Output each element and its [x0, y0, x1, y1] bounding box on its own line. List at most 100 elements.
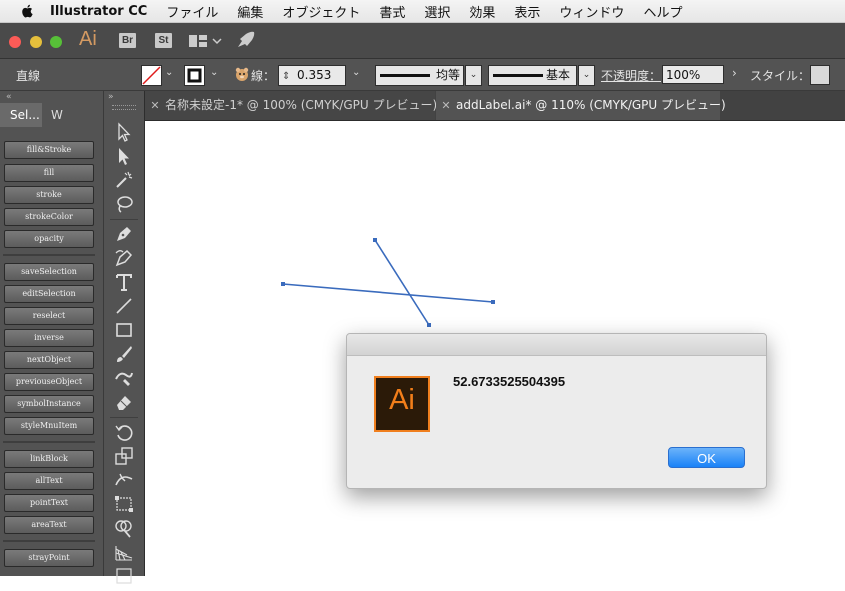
script-button-inverse[interactable]: inverse [4, 329, 94, 347]
rotate-tool-icon[interactable] [113, 421, 135, 443]
chevron-down-icon[interactable]: ⌄ [210, 67, 218, 78]
window-minimize-button[interactable] [30, 36, 42, 48]
tab-w[interactable]: W [44, 103, 72, 127]
tab-selection[interactable]: Sel... [0, 103, 42, 127]
variable-width-profile-dropdown[interactable]: 均等 [375, 65, 464, 86]
selection-tool-icon[interactable] [113, 121, 135, 143]
rocket-icon[interactable] [236, 31, 256, 49]
brush-dropdown-button[interactable]: ⌄ [578, 65, 595, 86]
line-segment-a[interactable] [282, 283, 494, 303]
magic-wand-tool-icon[interactable] [113, 169, 135, 191]
brush-definition-dropdown[interactable]: 基本 [488, 65, 577, 86]
tools-divider [110, 417, 138, 418]
paintbrush-tool-icon[interactable] [113, 343, 135, 365]
shape-builder-tool-icon[interactable] [113, 517, 135, 539]
script-button-save-selection[interactable]: saveSelection [4, 263, 94, 281]
type-tool-icon[interactable] [113, 271, 135, 293]
anchor-point[interactable] [281, 282, 285, 286]
chevron-down-icon[interactable]: ⌄ [165, 67, 173, 78]
style-swatch[interactable] [810, 65, 830, 85]
script-button-stray-point[interactable]: strayPoint [4, 549, 94, 567]
tab-document-untitled[interactable]: ✕ 名称未設定-1* @ 100% (CMYK/GPU プレビュー) [145, 91, 438, 120]
script-button-fill-stroke[interactable]: fill&Stroke [4, 141, 94, 159]
tab-document-addlabel[interactable]: ✕ addLabel.ai* @ 110% (CMYK/GPU プレビュー) [436, 91, 726, 120]
menu-help[interactable]: ヘルプ [643, 2, 682, 21]
stroke-weight-field[interactable]: ⇕ 0.353 m [278, 65, 346, 101]
rectangle-tool-icon[interactable] [113, 319, 135, 341]
script-button-symbol-instance[interactable]: symbolInstance [4, 395, 94, 413]
eraser-tool-icon[interactable] [113, 391, 135, 413]
script-button-point-text[interactable]: pointText [4, 494, 94, 512]
brush-label: 基本 [546, 68, 571, 82]
script-button-fill[interactable]: fill [4, 164, 94, 182]
script-button-style-menu-item[interactable]: styleMnuItem [4, 417, 94, 435]
document-tab-bar: ✕ 名称未設定-1* @ 100% (CMYK/GPU プレビュー) ✕ addLa… [145, 91, 845, 121]
menu-effect[interactable]: 効果 [469, 2, 495, 21]
window-close-button[interactable] [9, 36, 21, 48]
menu-edit[interactable]: 編集 [237, 2, 263, 21]
hamster-icon [235, 67, 249, 81]
illustrator-logo: Ai [79, 28, 97, 50]
tab-label: addLabel.ai* @ 110% (CMYK/GPU プレビュー) [456, 98, 726, 112]
menu-file[interactable]: ファイル [166, 2, 218, 21]
app-name-menu[interactable]: Illustrator CC [50, 4, 147, 19]
profile-dropdown-button[interactable]: ⌄ [465, 65, 482, 86]
opacity-field[interactable]: 100% [662, 65, 724, 84]
perspective-grid-tool-icon[interactable] [113, 541, 135, 563]
app-icon-text: Ai [389, 384, 415, 416]
menu-view[interactable]: 表示 [514, 2, 540, 21]
selection-type-label: 直線 [16, 69, 41, 83]
expand-panel-icon[interactable]: » [108, 92, 114, 102]
width-tool-icon[interactable] [113, 469, 135, 491]
script-button-edit-selection[interactable]: editSelection [4, 285, 94, 303]
brush-line-icon [493, 74, 543, 77]
script-button-link-block[interactable]: linkBlock [4, 450, 94, 468]
chevron-down-icon[interactable]: ⌄ [352, 67, 360, 78]
ok-button[interactable]: OK [668, 447, 745, 468]
pen-tool-icon[interactable] [113, 223, 135, 245]
shaper-tool-icon[interactable] [113, 367, 135, 389]
apple-icon[interactable] [20, 4, 36, 18]
close-tab-icon[interactable]: ✕ [436, 91, 456, 120]
script-button-opacity[interactable]: opacity [4, 230, 94, 248]
arrange-documents-icon[interactable] [188, 34, 222, 48]
tab-label: 名称未設定-1* @ 100% (CMYK/GPU プレビュー) [165, 98, 438, 112]
anchor-point[interactable] [373, 238, 377, 242]
script-button-stroke-color[interactable]: strokeColor [4, 208, 94, 226]
stroke-label[interactable]: 線： [251, 67, 275, 84]
panel-divider [3, 441, 95, 443]
curvature-tool-icon[interactable] [113, 247, 135, 269]
lasso-tool-icon[interactable] [113, 193, 135, 215]
stepper-icon[interactable]: ⇕ [282, 67, 290, 86]
close-tab-icon[interactable]: ✕ [145, 91, 165, 120]
script-button-next-object[interactable]: nextObject [4, 351, 94, 369]
script-button-stroke[interactable]: stroke [4, 186, 94, 204]
dialog-title-bar[interactable] [347, 334, 766, 356]
opacity-label[interactable]: 不透明度： [601, 67, 661, 84]
menu-object[interactable]: オブジェクト [282, 2, 360, 21]
direct-selection-tool-icon[interactable] [113, 145, 135, 167]
line-segment-b[interactable] [374, 239, 430, 326]
free-transform-tool-icon[interactable] [113, 493, 135, 515]
stroke-swatch[interactable] [184, 65, 205, 86]
bridge-button[interactable]: Br [119, 33, 136, 48]
window-zoom-button[interactable] [50, 36, 62, 48]
panel-grip[interactable] [112, 105, 136, 110]
collapse-panel-icon[interactable]: « [6, 92, 12, 102]
chevron-right-icon[interactable]: › [732, 66, 737, 80]
anchor-point[interactable] [491, 300, 495, 304]
script-button-reselect[interactable]: reselect [4, 307, 94, 325]
mesh-tool-icon[interactable] [113, 565, 135, 587]
menu-select[interactable]: 選択 [424, 2, 450, 21]
script-button-area-text[interactable]: areaText [4, 516, 94, 534]
menu-type[interactable]: 書式 [379, 2, 405, 21]
menu-window[interactable]: ウィンドウ [559, 2, 624, 21]
script-button-all-text[interactable]: allText [4, 472, 94, 490]
scale-tool-icon[interactable] [113, 445, 135, 467]
fill-swatch[interactable] [141, 65, 162, 86]
script-button-previous-object[interactable]: previouseObject [4, 373, 94, 391]
stock-button[interactable]: St [155, 33, 172, 48]
stroke-swatch-icon [187, 68, 202, 83]
anchor-point[interactable] [427, 323, 431, 327]
line-segment-tool-icon[interactable] [113, 295, 135, 317]
